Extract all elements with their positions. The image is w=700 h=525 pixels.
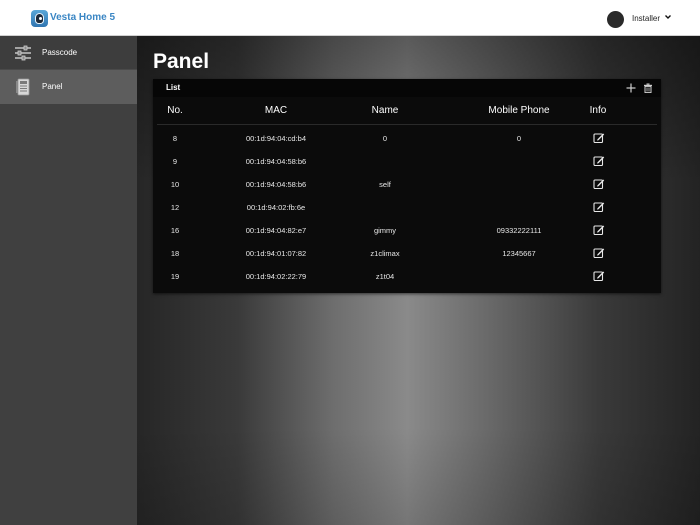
table-row[interactable]: 10 00:1d:94:04:58:b6 self — [153, 173, 661, 196]
card-title: List — [166, 83, 181, 92]
card-header: List — [153, 79, 661, 97]
edit-icon[interactable] — [592, 247, 605, 259]
trash-icon[interactable] — [643, 83, 653, 93]
cell-no: 18 — [170, 249, 180, 258]
cell-no: 12 — [170, 203, 180, 212]
cell-no: 8 — [172, 134, 178, 143]
edit-icon[interactable] — [592, 178, 605, 190]
cell-no: 9 — [172, 157, 178, 166]
sliders-icon — [15, 45, 31, 61]
cell-mobile-phone: 0 — [516, 134, 522, 143]
table-row[interactable]: 18 00:1d:94:01:07:82 z1climax 12345667 — [153, 242, 661, 265]
table-row[interactable]: 12 00:1d:94:02:fb:6e — [153, 196, 661, 219]
cell-mac: 00:1d:94:04:82:e7 — [245, 226, 307, 235]
cell-mac: 00:1d:94:01:07:82 — [245, 249, 307, 258]
top-bar: Vesta Home 5 Installer — [0, 0, 700, 36]
cell-no: 19 — [170, 272, 180, 281]
add-icon[interactable] — [626, 83, 636, 93]
edit-icon[interactable] — [592, 224, 605, 236]
column-header-mac[interactable]: MAC — [231, 105, 321, 116]
cell-mac: 00:1d:94:04:cd:b4 — [245, 134, 307, 143]
sidebar-item-label: Panel — [42, 82, 63, 91]
column-header-info[interactable]: Info — [583, 105, 613, 116]
edit-icon[interactable] — [592, 201, 605, 213]
edit-icon[interactable] — [592, 132, 605, 144]
cell-mac: 00:1d:94:04:58:b6 — [245, 157, 307, 166]
sidebar-item-passcode[interactable]: Passcode — [0, 36, 137, 70]
edit-icon[interactable] — [592, 155, 605, 167]
cell-mac: 00:1d:94:02:22:79 — [245, 272, 307, 281]
cell-name: z1climax — [370, 249, 400, 258]
cell-mac: 00:1d:94:04:58:b6 — [245, 180, 307, 189]
cell-name: self — [379, 180, 391, 189]
column-header-name[interactable]: Name — [335, 105, 435, 116]
table-row[interactable]: 19 00:1d:94:02:22:79 z1t04 — [153, 265, 661, 288]
sidebar-item-panel[interactable]: Panel — [0, 70, 137, 104]
cell-name: gimmy — [373, 226, 397, 235]
chevron-down-icon[interactable] — [664, 13, 672, 21]
user-name[interactable]: Installer — [632, 14, 660, 23]
sidebar: Passcode Panel — [0, 36, 137, 525]
cell-no: 16 — [170, 226, 180, 235]
table-row[interactable]: 8 00:1d:94:04:cd:b4 0 0 — [153, 127, 661, 150]
table-row[interactable]: 16 00:1d:94:04:82:e7 gimmy 09332222111 — [153, 219, 661, 242]
sidebar-item-label: Passcode — [42, 48, 78, 57]
cell-name: 0 — [382, 134, 388, 143]
vesta-logo-icon[interactable] — [31, 10, 48, 27]
cell-no: 10 — [170, 180, 180, 189]
user-avatar[interactable] — [607, 11, 624, 28]
brand-name[interactable]: Vesta Home 5 — [50, 12, 115, 23]
panel-list-card: List No. MAC Name Mobile Phone Info 8 00:… — [153, 79, 661, 293]
page-title: Panel — [153, 50, 210, 73]
table-row[interactable]: 9 00:1d:94:04:58:b6 — [153, 150, 661, 173]
column-header-no[interactable]: No. — [153, 105, 197, 116]
edit-icon[interactable] — [592, 270, 605, 282]
cell-mobile-phone: 09332222111 — [496, 226, 542, 235]
cell-name: z1t04 — [375, 272, 395, 281]
cell-mac: 00:1d:94:02:fb:6e — [246, 203, 306, 212]
column-header-mobile-phone[interactable]: Mobile Phone — [469, 105, 569, 116]
header-divider — [157, 124, 657, 125]
cell-mobile-phone: 12345667 — [502, 249, 536, 258]
panel-device-icon — [16, 78, 30, 96]
